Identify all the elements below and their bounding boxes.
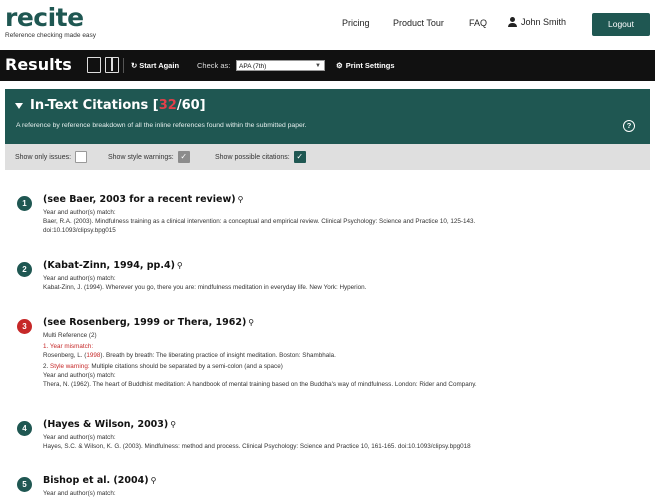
citation-title-text: (see Baer, 2003 for a recent review) — [43, 194, 236, 205]
citation-number-badge: 1 — [17, 196, 32, 211]
citation-title-text: Bishop et al. (2004) — [43, 475, 149, 486]
citation-title[interactable]: Bishop et al. (2004) ⚲ — [43, 475, 156, 486]
mismatched-year: 1998 — [86, 352, 101, 359]
only-issues-checkbox[interactable] — [75, 151, 88, 163]
citation-title[interactable]: (see Rosenberg, 1999 or Thera, 1962) ⚲ — [43, 317, 254, 328]
start-again-label: Start Again — [139, 61, 180, 70]
count-bracket-close: ] — [199, 98, 206, 113]
print-settings-label: Print Settings — [345, 61, 395, 70]
match-label: Year and author(s) match: — [43, 209, 116, 216]
match-label: Year and author(s) match: — [43, 490, 116, 497]
check-as-label: Check as: — [197, 61, 231, 70]
match-label: Year and author(s) match: — [43, 434, 116, 441]
start-again-button[interactable]: ↻ Start Again — [131, 61, 179, 70]
logout-button[interactable]: Logout — [592, 13, 650, 36]
search-icon[interactable]: ⚲ — [177, 261, 183, 270]
tagline: Reference checking made easy — [5, 32, 97, 39]
help-icon[interactable]: ? — [623, 120, 635, 132]
citation-title-text: (see Rosenberg, 1999 or Thera, 1962) — [43, 317, 247, 328]
site-header: recite Reference checking made easy Pric… — [0, 0, 655, 50]
citation-title[interactable]: (Kabat-Zinn, 1994, pp.4) ⚲ — [43, 260, 183, 271]
citation-number-badge: 3 — [17, 319, 32, 334]
nav-pricing-link[interactable]: Pricing — [342, 18, 370, 28]
filter-bar: Show only issues: Show style warnings: ✓… — [5, 144, 650, 170]
results-toolbar: Results ↻ Start Again Check as: APA (7th… — [0, 50, 655, 81]
reference-text: Kabat-Zinn, J. (1994). Wherever you go, … — [43, 284, 367, 291]
search-icon[interactable]: ⚲ — [248, 318, 254, 327]
match-label: Year and author(s) match: — [43, 372, 116, 379]
in-text-citations-panel: In-Text Citations [32/60] A reference by… — [5, 89, 650, 144]
citation-style-value: APA (7th) — [239, 63, 267, 70]
citation-title[interactable]: (see Baer, 2003 for a recent review) ⚲ — [43, 194, 243, 205]
citation-number-badge: 2 — [17, 262, 32, 277]
issue-text: Multiple citations should be separated b… — [91, 363, 283, 370]
reference-text: Rosenberg, L. (1998). Breath by breath: … — [43, 352, 336, 359]
search-icon[interactable]: ⚲ — [238, 195, 244, 204]
possible-citations-checkbox[interactable]: ✓ — [293, 151, 306, 163]
reference-part: ). Breath by breath: The liberating prac… — [100, 352, 336, 359]
issue-label: Year mismatch: — [49, 343, 94, 350]
issue-style-warning: 2. Style warning: Multiple citations sho… — [43, 363, 283, 370]
user-name: John Smith — [521, 17, 567, 27]
results-title: Results — [5, 55, 72, 74]
search-icon[interactable]: ⚲ — [170, 420, 176, 429]
total-count: /60 — [176, 98, 200, 113]
style-warnings-checkbox[interactable]: ✓ — [177, 151, 190, 163]
gear-icon: ⚙ — [336, 61, 343, 70]
collapse-triangle-icon — [15, 102, 23, 109]
split-view-icon[interactable] — [105, 57, 119, 73]
style-warnings-label: Show style warnings: — [108, 153, 174, 161]
multi-reference-label: Multi Reference (2) — [43, 332, 97, 339]
issue-label: Style warning: — [50, 363, 90, 370]
search-icon[interactable]: ⚲ — [151, 476, 157, 485]
reference-text: Baer, R.A. (2003). Mindfulness training … — [43, 218, 476, 225]
citation-style-select[interactable]: APA (7th) ▼ — [236, 60, 325, 71]
recite-logo[interactable]: recite — [5, 3, 84, 32]
filter-possible-citations: Show possible citations: ✓ — [215, 151, 306, 163]
refresh-icon: ↻ — [131, 61, 138, 70]
single-page-view-icon[interactable] — [87, 57, 101, 73]
reference-text: Thera, N. (1962). The heart of Buddhist … — [43, 381, 477, 388]
reference-doi: doi:10.1093/clipsy.bpg015 — [43, 227, 116, 234]
citation-number-badge: 5 — [17, 477, 32, 492]
reference-part: Rosenberg, L. ( — [43, 352, 87, 359]
panel-title: In-Text Citations — [30, 98, 149, 113]
user-icon — [508, 17, 517, 27]
issue-number: 1. — [43, 343, 49, 350]
possible-citations-label: Show possible citations: — [215, 153, 290, 161]
issue-number: 2. — [43, 363, 49, 370]
match-label: Year and author(s) match: — [43, 275, 116, 282]
issue-count: 32 — [158, 98, 177, 113]
citation-title-text: (Kabat-Zinn, 1994, pp.4) — [43, 260, 175, 271]
toolbar-divider — [123, 58, 124, 73]
panel-description: A reference by reference breakdown of al… — [16, 122, 307, 129]
filter-only-issues: Show only issues: — [15, 151, 88, 163]
citation-number-badge: 4 — [17, 421, 32, 436]
reference-text: Hayes, S.C. & Wilson, K. G. (2003). Mind… — [43, 443, 471, 450]
citation-title-text: (Hayes & Wilson, 2003) — [43, 419, 169, 430]
issue-year-mismatch: 1. Year mismatch: — [43, 343, 93, 350]
nav-product-tour-link[interactable]: Product Tour — [393, 18, 444, 28]
nav-faq-link[interactable]: FAQ — [469, 18, 487, 28]
print-settings-button[interactable]: ⚙ Print Settings — [336, 61, 395, 70]
panel-toggle[interactable]: In-Text Citations [32/60] — [15, 98, 206, 113]
citation-title[interactable]: (Hayes & Wilson, 2003) ⚲ — [43, 419, 176, 430]
user-menu[interactable]: John Smith — [508, 17, 566, 27]
filter-style-warnings: Show style warnings: ✓ — [108, 151, 190, 163]
chevron-down-icon: ▼ — [315, 63, 321, 69]
only-issues-label: Show only issues: — [15, 153, 72, 161]
